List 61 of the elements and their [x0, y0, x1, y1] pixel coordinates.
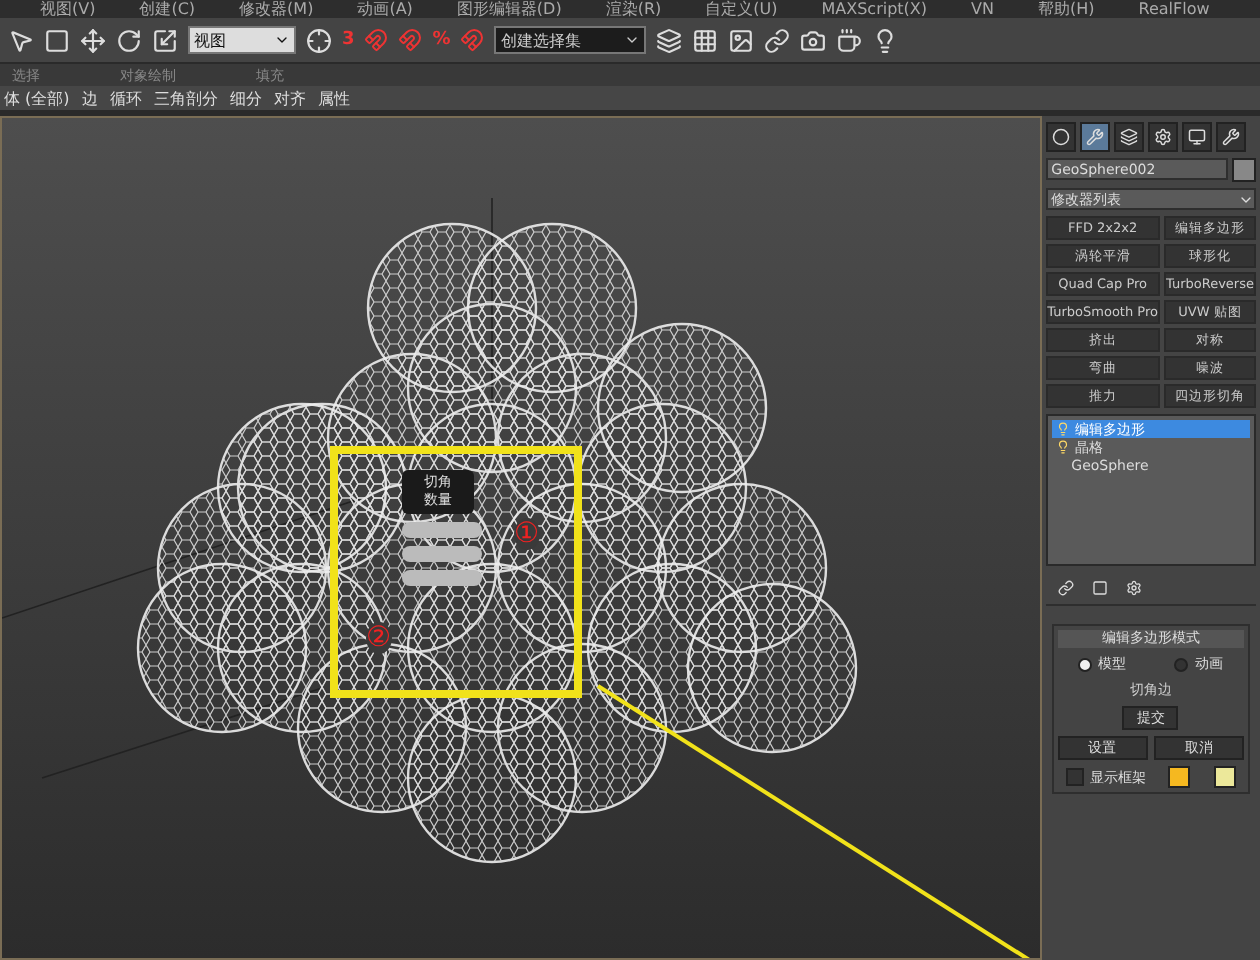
tab-icon — [1221, 128, 1240, 146]
command-tab[interactable] — [1215, 122, 1246, 152]
object-color-swatch[interactable] — [1232, 158, 1256, 182]
menu-item[interactable]: 视图(V) — [40, 0, 96, 18]
caret-icon — [624, 32, 641, 48]
command-tab[interactable] — [1113, 122, 1144, 152]
menu-item[interactable]: 帮助(H) — [1038, 0, 1095, 18]
pin-icon[interactable] — [1057, 580, 1074, 596]
image-icon[interactable] — [728, 27, 755, 53]
ribbon-tool[interactable]: 体 (全部) — [4, 87, 70, 109]
region-select-icon[interactable] — [44, 27, 70, 53]
selection-set-dropdown[interactable]: 创建选择集 — [494, 26, 647, 54]
ribbon-tool[interactable]: 对齐 — [273, 87, 306, 109]
move-icon[interactable] — [80, 27, 106, 53]
scale-icon[interactable] — [152, 27, 178, 53]
menu-item[interactable]: 图形编辑器(D) — [456, 0, 562, 18]
command-tab[interactable] — [1079, 122, 1110, 152]
tab-icon — [1187, 128, 1206, 146]
tab-icon — [1119, 128, 1138, 146]
select-tool-icon[interactable] — [8, 27, 34, 53]
tab-icon — [1085, 128, 1104, 146]
tab-icon — [1051, 128, 1070, 146]
menu-item[interactable]: 渲染(R) — [605, 0, 662, 18]
link-icon[interactable] — [764, 27, 791, 53]
grid-icon[interactable] — [692, 27, 719, 53]
menu-item[interactable]: 自定义(U) — [705, 0, 778, 18]
menu-item[interactable]: VN — [971, 0, 994, 18]
command-tab[interactable] — [1181, 122, 1212, 152]
percent-snap-label: % — [432, 30, 451, 50]
view-dropdown[interactable]: 视图 — [188, 26, 296, 54]
rotate-icon[interactable] — [116, 27, 142, 53]
radio-dot[interactable] — [1174, 657, 1189, 671]
checkbox[interactable] — [1065, 768, 1084, 786]
command-tab[interactable] — [1045, 122, 1076, 152]
ribbon-tool[interactable]: 细分 — [229, 87, 262, 109]
cage-color-swatch[interactable] — [1168, 766, 1191, 788]
caddy-field[interactable] — [402, 522, 482, 538]
cage-color-swatch[interactable] — [1213, 766, 1236, 788]
caret-icon — [274, 32, 290, 48]
lightbulb-icon[interactable] — [872, 27, 899, 53]
tab-icon — [1153, 128, 1172, 146]
show-result-icon[interactable] — [1091, 580, 1108, 596]
ribbon-tool[interactable]: 三角剖分 — [153, 87, 218, 109]
menu-item[interactable]: 动画(A) — [357, 0, 413, 18]
caddy-field[interactable] — [402, 546, 482, 562]
menu-item[interactable]: 创建(C) — [139, 0, 196, 18]
menu-item[interactable]: 修改器(M) — [239, 0, 314, 18]
ribbon-tool[interactable]: 属性 — [317, 87, 350, 109]
snap-label: 3 — [342, 30, 355, 50]
ribbon-tool[interactable]: 循环 — [109, 87, 142, 109]
menu-item[interactable]: RealFlow — [1138, 0, 1210, 18]
caddy-field[interactable] — [402, 570, 482, 586]
pivot-icon[interactable] — [306, 27, 332, 53]
radio-dot[interactable] — [1078, 657, 1093, 671]
camera-icon[interactable] — [800, 27, 827, 53]
menu-item[interactable]: MAXScript(X) — [821, 0, 928, 18]
ribbon-tool[interactable]: 边 — [81, 87, 98, 109]
layers-icon[interactable] — [656, 27, 683, 53]
command-tab[interactable] — [1147, 122, 1178, 152]
lightbulb-icon[interactable] — [1055, 440, 1070, 454]
remove-modifier-icon[interactable] — [1125, 580, 1142, 596]
